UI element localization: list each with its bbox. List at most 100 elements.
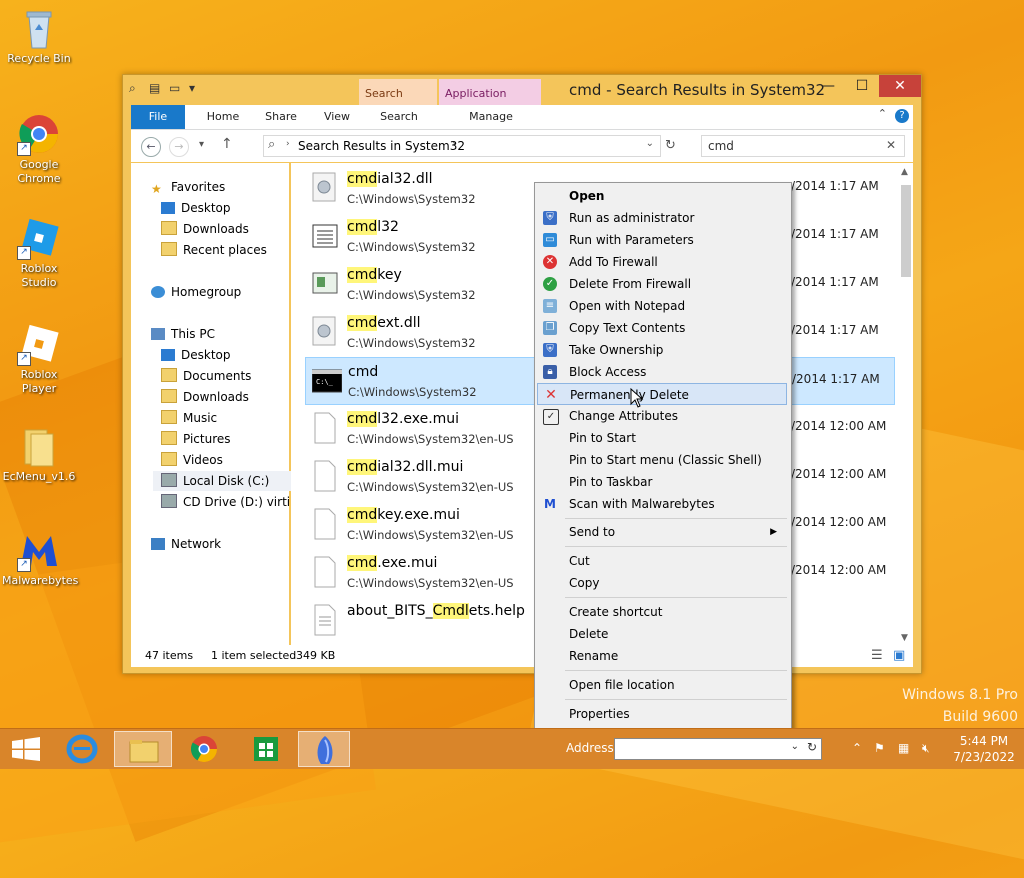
details-view-icon[interactable]: ☰ [871,645,883,667]
large-icons-view-icon[interactable]: ▣ [893,645,905,667]
taskbar-chrome[interactable] [178,731,230,767]
menu-open[interactable]: Open [537,185,787,207]
desktop-icon-ecmenu[interactable]: EcMenu_v1.6 [2,424,76,484]
nav-fav-downloads[interactable]: Downloads [161,219,249,239]
menu-add-to-firewall[interactable]: ✕ Add To Firewall [537,251,787,273]
desktop-icon-google-chrome[interactable]: ↗ Google Chrome [2,112,76,186]
roblox-studio-icon: ↗ [17,216,61,260]
menu-pin-to-start[interactable]: Pin to Start [537,427,787,449]
menu-create-shortcut[interactable]: Create shortcut [537,601,787,623]
address-text: Search Results in System32 [298,139,465,153]
taskbar-internet-explorer[interactable] [56,731,108,767]
tab-home[interactable]: Home [193,105,253,129]
menu-run-with-parameters[interactable]: ▭ Run with Parameters [537,229,787,251]
taskbar-store[interactable] [240,731,292,767]
desktop-icon-roblox-studio[interactable]: ↗ Roblox Studio [2,216,76,290]
menu-pin-to-taskbar[interactable]: Pin to Taskbar [537,471,787,493]
menu-send-to[interactable]: Send to ▶ [537,521,787,543]
go-refresh-icon[interactable]: ↻ [807,740,817,754]
scroll-down-icon[interactable]: ▼ [901,633,908,643]
lock-icon: 🔒︎ [543,365,557,379]
tab-search[interactable]: Search [369,105,429,129]
nav-pc-desktop[interactable]: Desktop [161,345,231,365]
nav-network[interactable]: Network [151,534,221,554]
scroll-up-icon[interactable]: ▲ [901,167,908,177]
menu-properties[interactable]: Properties [537,703,787,725]
up-button[interactable]: ↑ [221,136,233,152]
menu-scan-malwarebytes[interactable]: M Scan with Malwarebytes [537,493,787,515]
nav-favorites[interactable]: ★ Favorites [151,177,225,197]
search-input[interactable]: cmd [708,139,734,153]
menu-separator [565,546,787,547]
nav-pc-pictures[interactable]: Pictures [161,429,231,449]
clear-search-icon[interactable]: ✕ [886,138,896,152]
properties-icon[interactable]: ▤ [149,81,163,97]
menu-permanently-delete[interactable]: ✕ Permanently Delete [537,383,787,405]
nav-fav-recent[interactable]: Recent places [161,240,267,260]
menu-separator [565,670,787,671]
title-bar[interactable]: ⌕ ▤ ▭ ▾ Search Tools Application Tools c… [123,75,921,130]
nav-cd-drive[interactable]: CD Drive (D:) virtio-w [161,492,289,512]
nav-pc-documents[interactable]: Documents [161,366,251,386]
menu-change-attributes[interactable]: ✓ Change Attributes [537,405,787,427]
close-button[interactable]: ✕ [879,75,921,97]
tab-manage[interactable]: Manage [449,105,533,129]
vertical-scrollbar[interactable]: ▲ ▼ [899,163,913,655]
maximize-button[interactable]: ☐ [847,75,877,97]
nav-fav-desktop[interactable]: Desktop [161,198,231,218]
menu-rename[interactable]: Rename [537,645,787,667]
recent-locations-icon[interactable]: ▾ [199,139,204,150]
menu-open-file-location[interactable]: Open file location [537,674,787,696]
address-dropdown-icon[interactable]: ⌄ [791,741,799,752]
tab-file[interactable]: File [131,105,185,129]
address-dropdown-icon[interactable]: ⌄ [646,138,654,149]
menu-open-with-notepad[interactable]: ≡ Open with Notepad [537,295,787,317]
taskbar-file-explorer[interactable] [114,731,172,767]
action-center-flag-icon[interactable]: ⚑ [874,741,885,755]
menu-delete[interactable]: Delete [537,623,787,645]
back-button[interactable]: ← [141,137,161,157]
collapse-ribbon-icon[interactable]: ⌃ [878,107,887,120]
menu-block-access[interactable]: 🔒︎ Block Access [537,361,787,383]
shortcut-arrow-icon: ↗ [17,246,31,260]
nav-homegroup[interactable]: Homegroup [151,282,241,302]
nav-pc-downloads[interactable]: Downloads [161,387,249,407]
refresh-icon[interactable]: ↻ [665,138,676,153]
selection-count: 1 item selected [211,649,297,662]
menu-copy[interactable]: Copy [537,572,787,594]
forward-button[interactable]: → [169,137,189,157]
volume-muted-icon[interactable]: 🔇︎ [922,741,930,756]
menu-cut[interactable]: Cut [537,550,787,572]
nav-local-disk[interactable]: Local Disk (C:) [153,471,295,491]
search-tools-label: Search Tools [359,79,437,130]
start-button[interactable] [0,731,52,767]
menu-run-as-admin[interactable]: ⛨ Run as administrator [537,207,787,229]
desktop-icon-recycle-bin[interactable]: Recycle Bin [2,6,76,66]
menu-copy-text-contents[interactable]: ❐ Copy Text Contents [537,317,787,339]
desktop-icon-roblox-player[interactable]: ↗ Roblox Player [2,322,76,396]
taskbar-app[interactable] [298,731,350,767]
minimize-button[interactable]: — [813,75,843,97]
cd-drive-icon [161,494,177,508]
shield-icon: ⛨ [543,343,557,357]
search-box[interactable]: cmd ✕ [701,135,905,157]
menu-delete-from-firewall[interactable]: ✓ Delete From Firewall [537,273,787,295]
nav-pc-videos[interactable]: Videos [161,450,223,470]
videos-folder-icon [161,452,177,466]
taskbar-address-input[interactable]: ⌄ ↻ [614,738,822,760]
network-icon[interactable]: ▦ [898,741,909,755]
help-icon[interactable]: ? [895,109,909,123]
address-bar[interactable]: ⌕ › Search Results in System32 › ⌄ [263,135,661,157]
menu-take-ownership[interactable]: ⛨ Take Ownership [537,339,787,361]
qat-dropdown-icon[interactable]: ▾ [189,81,203,97]
tab-view[interactable]: View [307,105,367,129]
nav-pc-music[interactable]: Music [161,408,217,428]
new-folder-icon[interactable]: ▭ [169,81,183,97]
show-hidden-icons[interactable]: ⌃ [852,741,862,755]
system-clock[interactable]: 5:44 PM 7/23/2022 [948,733,1020,765]
tab-share[interactable]: Share [251,105,311,129]
nav-this-pc[interactable]: This PC [151,324,215,344]
menu-pin-to-start-classic[interactable]: Pin to Start menu (Classic Shell) [537,449,787,471]
scroll-thumb[interactable] [901,185,911,277]
desktop-icon-malwarebytes[interactable]: ↗ Malwarebytes [2,528,78,588]
